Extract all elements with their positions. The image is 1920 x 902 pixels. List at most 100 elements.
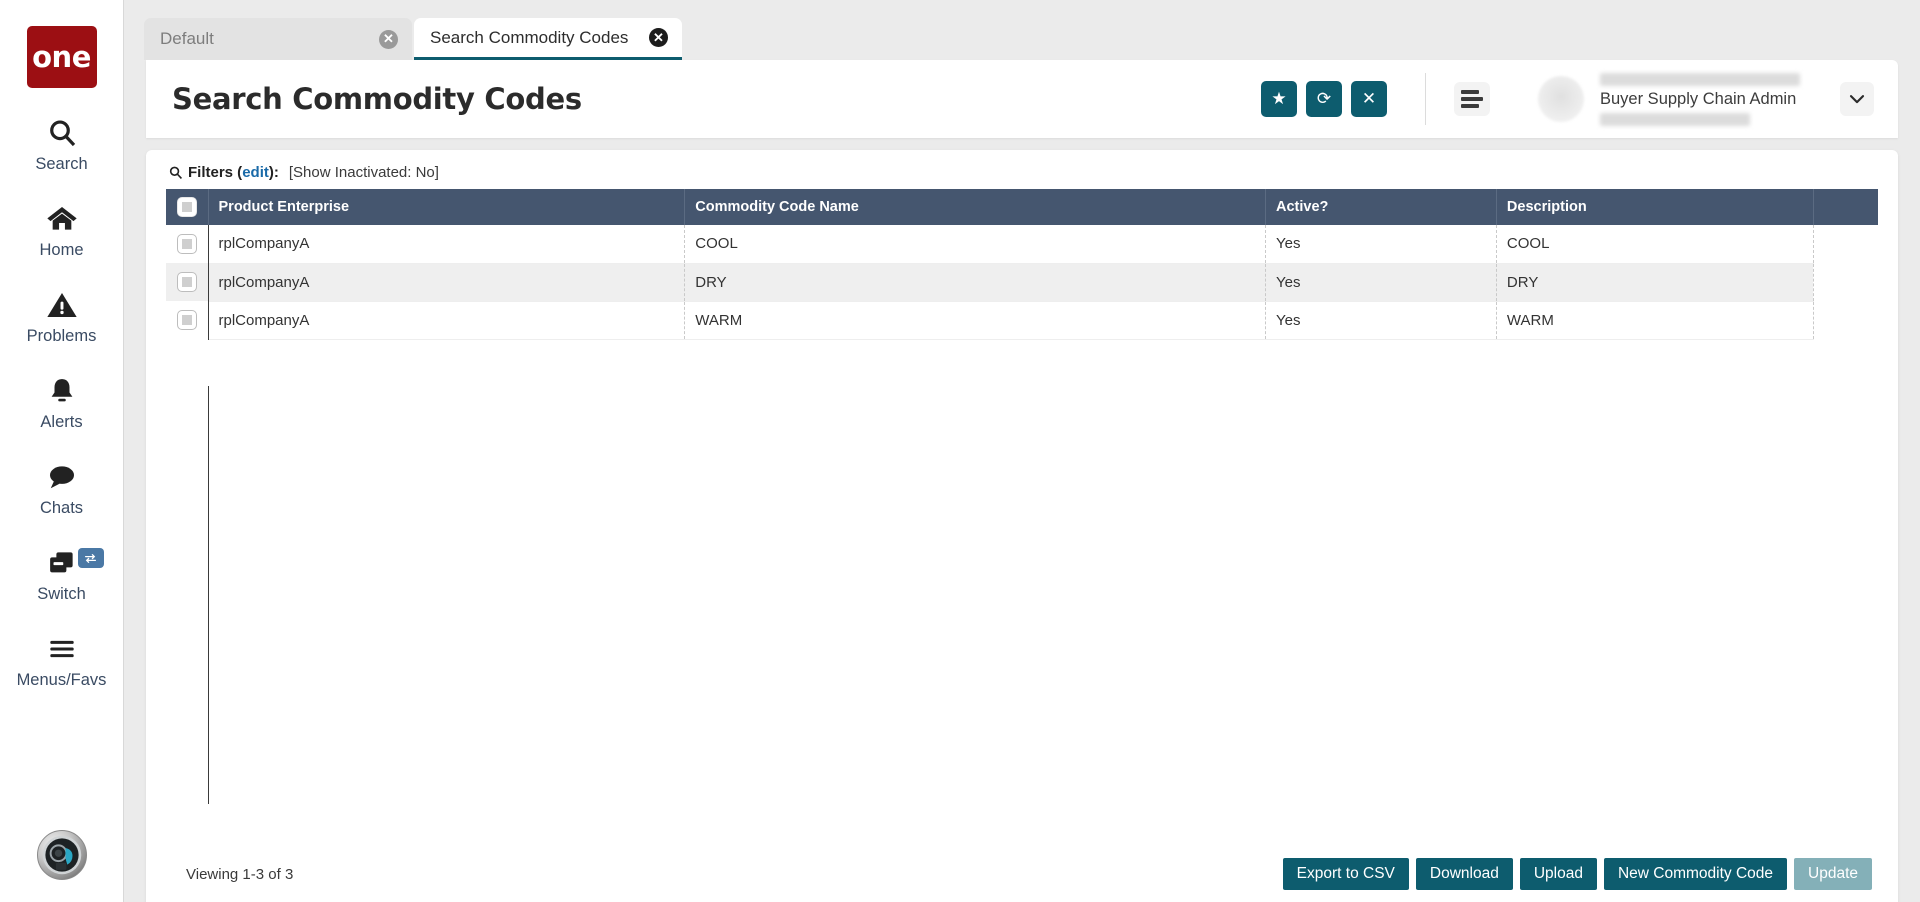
sidebar-item-label: Alerts xyxy=(40,413,82,432)
refresh-button[interactable]: ⟳ xyxy=(1306,81,1342,117)
tab-search-commodity-codes[interactable]: Search Commodity Codes ✕ xyxy=(414,18,682,60)
filters-paren-open: ( xyxy=(233,164,242,181)
row-select-cell xyxy=(166,301,208,339)
select-all-checkbox[interactable] xyxy=(177,197,197,217)
refresh-icon: ⟳ xyxy=(1317,89,1331,109)
content-panel: Filters ( edit ) : [Show Inactivated: No… xyxy=(146,150,1898,902)
star-icon: ★ xyxy=(1271,89,1286,109)
header-divider xyxy=(1425,73,1426,125)
close-button[interactable]: ✕ xyxy=(1351,81,1387,117)
tab-label: Default xyxy=(160,29,214,49)
grid-vertical-rule xyxy=(208,386,209,804)
column-header-commodity-code-name[interactable]: Commodity Code Name xyxy=(685,189,1266,225)
sidebar-item-label: Menus/Favs xyxy=(17,671,107,690)
filters-colon: : xyxy=(274,164,279,181)
sidebar-item-switch[interactable]: Switch xyxy=(0,544,124,604)
search-icon xyxy=(168,165,183,180)
user-name-redacted xyxy=(1600,73,1800,86)
cell-active: Yes xyxy=(1266,263,1497,301)
export-to-csv-button[interactable]: Export to CSV xyxy=(1283,858,1409,890)
table-head: Product Enterprise Commodity Code Name A… xyxy=(166,189,1878,225)
page-title: Search Commodity Codes xyxy=(172,82,582,116)
cell-filler xyxy=(1813,263,1878,301)
x-icon: ✕ xyxy=(1362,89,1376,109)
cell-description: WARM xyxy=(1496,301,1813,339)
row-select-cell xyxy=(166,263,208,301)
user-org-redacted xyxy=(1600,113,1750,126)
table-header-row: Product Enterprise Commodity Code Name A… xyxy=(166,189,1878,225)
viewing-count: Viewing 1-3 of 3 xyxy=(186,866,293,883)
sidebar-item-search[interactable]: Search xyxy=(0,114,124,174)
tab-default[interactable]: Default ✕ xyxy=(144,18,412,60)
cell-active: Yes xyxy=(1266,225,1497,263)
windows-stack-icon xyxy=(46,544,78,582)
list-menu-icon[interactable] xyxy=(1454,82,1490,116)
tab-label: Search Commodity Codes xyxy=(430,28,628,48)
table-row[interactable]: rplCompanyA COOL Yes COOL xyxy=(166,225,1878,263)
cell-product-enterprise[interactable]: rplCompanyA xyxy=(208,263,685,301)
sidebar-item-label: Problems xyxy=(27,327,97,346)
cell-commodity-code-name[interactable]: DRY xyxy=(685,263,1266,301)
cell-description: DRY xyxy=(1496,263,1813,301)
sidebar-item-label: Search xyxy=(35,155,87,174)
commodity-codes-table: Product Enterprise Commodity Code Name A… xyxy=(166,189,1878,340)
column-header-product-enterprise[interactable]: Product Enterprise xyxy=(208,189,685,225)
new-commodity-code-button[interactable]: New Commodity Code xyxy=(1604,858,1787,890)
header-actions: ★ ⟳ ✕ Buyer Supply Chain Admin xyxy=(1252,73,1874,126)
swap-arrows-icon[interactable] xyxy=(78,548,104,568)
panel-footer: Viewing 1-3 of 3 Export to CSV Download … xyxy=(146,836,1898,902)
filters-value: [Show Inactivated: No] xyxy=(289,164,439,181)
sidebar-item-home[interactable]: Home xyxy=(0,200,124,260)
row-select-cell xyxy=(166,225,208,263)
cell-active: Yes xyxy=(1266,301,1497,339)
cell-description: COOL xyxy=(1496,225,1813,263)
app-logo[interactable]: one xyxy=(27,26,97,88)
select-all-header xyxy=(166,189,208,225)
row-checkbox[interactable] xyxy=(177,272,197,292)
user-texts: Buyer Supply Chain Admin xyxy=(1600,73,1810,126)
table-row[interactable]: rplCompanyA DRY Yes DRY xyxy=(166,263,1878,301)
warning-triangle-icon xyxy=(46,286,78,324)
user-profile[interactable]: Buyer Supply Chain Admin xyxy=(1538,73,1874,126)
update-button: Update xyxy=(1794,858,1872,890)
row-checkbox[interactable] xyxy=(177,234,197,254)
table-row[interactable]: rplCompanyA WARM Yes WARM xyxy=(166,301,1878,339)
cell-product-enterprise[interactable]: rplCompanyA xyxy=(208,301,685,339)
app-logo-text: one xyxy=(32,40,91,74)
search-icon xyxy=(46,114,78,152)
chat-bubble-icon xyxy=(46,458,78,496)
row-checkbox[interactable] xyxy=(177,310,197,330)
ai-assistant-avatar-icon[interactable] xyxy=(37,830,87,880)
app-root: one Search Home xyxy=(0,0,1920,902)
download-button[interactable]: Download xyxy=(1416,858,1513,890)
close-circle-icon[interactable]: ✕ xyxy=(379,30,398,49)
chevron-down-icon[interactable] xyxy=(1840,82,1874,116)
sidebar-item-label: Home xyxy=(39,241,83,260)
sidebar-item-label: Chats xyxy=(40,499,83,518)
close-circle-icon[interactable]: ✕ xyxy=(649,28,668,47)
cell-commodity-code-name[interactable]: COOL xyxy=(685,225,1266,263)
sidebar-item-menus-favs[interactable]: Menus/Favs xyxy=(0,630,124,690)
main-region: Default ✕ Search Commodity Codes ✕ Searc… xyxy=(124,0,1920,902)
sidebar-item-chats[interactable]: Chats xyxy=(0,458,124,518)
left-sidebar: one Search Home xyxy=(0,0,124,902)
cell-product-enterprise[interactable]: rplCompanyA xyxy=(208,225,685,263)
hamburger-icon xyxy=(45,630,79,668)
home-icon xyxy=(45,200,79,238)
footer-buttons: Export to CSV Download Upload New Commod… xyxy=(1283,858,1872,890)
bell-icon xyxy=(47,372,77,410)
cell-commodity-code-name[interactable]: WARM xyxy=(685,301,1266,339)
tab-strip: Default ✕ Search Commodity Codes ✕ xyxy=(124,0,1920,60)
avatar xyxy=(1538,76,1584,122)
favorite-button[interactable]: ★ xyxy=(1261,81,1297,117)
sidebar-item-problems[interactable]: Problems xyxy=(0,286,124,346)
filters-bar: Filters ( edit ) : [Show Inactivated: No… xyxy=(146,150,1898,189)
user-role: Buyer Supply Chain Admin xyxy=(1600,90,1810,109)
page-header: Search Commodity Codes ★ ⟳ ✕ xyxy=(146,60,1898,138)
sidebar-item-alerts[interactable]: Alerts xyxy=(0,372,124,432)
cell-filler xyxy=(1813,225,1878,263)
column-header-description[interactable]: Description xyxy=(1496,189,1813,225)
filters-edit-link[interactable]: edit xyxy=(242,164,269,181)
column-header-active[interactable]: Active? xyxy=(1266,189,1497,225)
upload-button[interactable]: Upload xyxy=(1520,858,1597,890)
